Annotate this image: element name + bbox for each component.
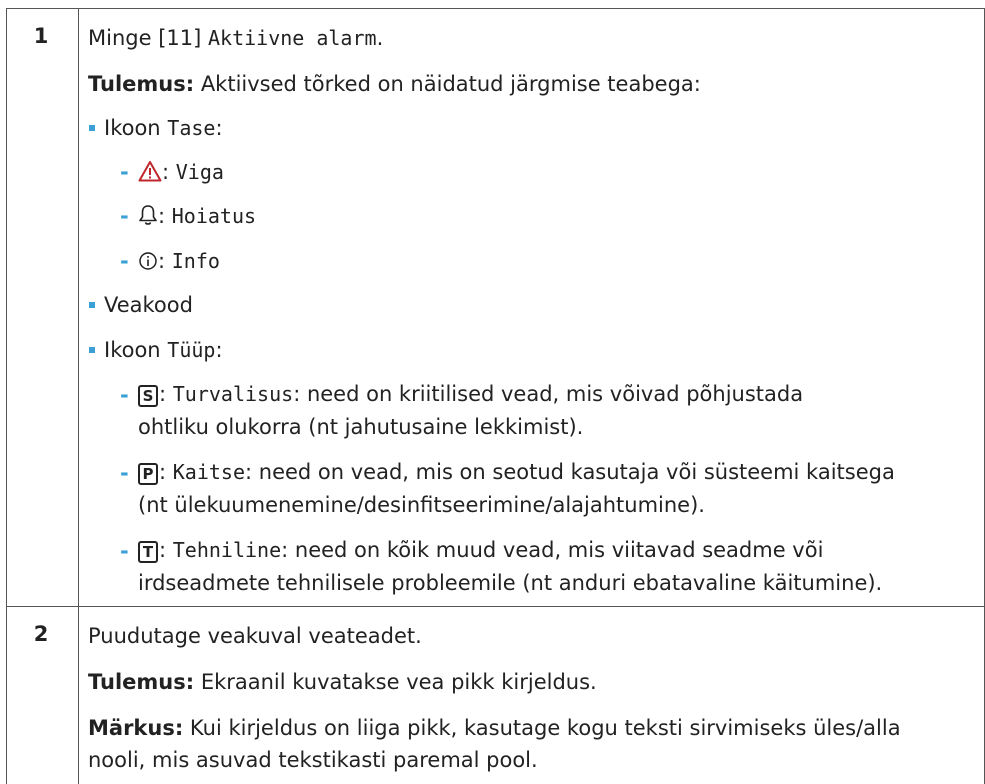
step-1-instruction: Minge [11] Aktiivne alarm. xyxy=(88,24,383,52)
level-label-warning: Hoiatus xyxy=(171,204,257,228)
separator: : xyxy=(158,249,172,273)
level-mono: Tase xyxy=(167,116,216,140)
instruction-text: Minge [11] xyxy=(88,26,208,50)
level-label-info: Info xyxy=(171,249,220,273)
colon: : xyxy=(159,382,173,406)
type-suffix: : xyxy=(215,338,223,362)
step-2-result: Tulemus: Ekraanil kuvatakse vea pikk kir… xyxy=(88,668,597,696)
bullet-icon xyxy=(89,302,95,308)
error-code-item: Veakood xyxy=(104,293,193,317)
separator: : xyxy=(158,204,172,228)
note-text-line-1: Kui kirjeldus on liiga pikk, kasutage ko… xyxy=(183,716,901,740)
step-2-instruction: Puudutage veakuval veateadet. xyxy=(88,624,422,648)
type-prefix: Ikoon xyxy=(104,338,168,362)
type-mono: Tüüp xyxy=(167,338,216,362)
level-heading: Ikoon Tase: xyxy=(104,114,223,142)
instruction-end: . xyxy=(376,26,384,50)
dash-marker: - xyxy=(120,160,129,184)
separator: : xyxy=(162,160,176,184)
type-desc-line-2: irdseadmete tehnilisele probleemile (nt … xyxy=(138,571,883,595)
step-number-2: 2 xyxy=(33,622,49,646)
type-heading: Ikoon Tüüp: xyxy=(104,336,223,364)
type-label-safety: Turvalisus xyxy=(172,382,294,406)
table-left-border xyxy=(6,8,7,784)
type-item-safety: S: Turvalisus: need on kriitilised vead,… xyxy=(138,380,803,408)
dash-marker: - xyxy=(120,539,129,563)
bell-icon xyxy=(138,204,158,233)
type-desc-line-2: (nt ülekuumenemine/desinfitseerimine/ala… xyxy=(138,493,705,517)
colon: : xyxy=(159,460,173,484)
level-suffix: : xyxy=(215,116,223,140)
bullet-icon xyxy=(89,125,95,131)
colon: : xyxy=(159,538,173,562)
note-text-line-2: nooli, mis asuvad tekstikasti paremal po… xyxy=(88,748,538,772)
step-1-result: Tulemus: Aktiivsed tõrked on näidatud jä… xyxy=(88,70,701,98)
type-item-protection: P: Kaitse: need on vead, mis on seotud k… xyxy=(138,458,895,486)
dash-marker: - xyxy=(120,461,129,485)
bullet-icon xyxy=(89,347,95,353)
result-label: Tulemus: xyxy=(88,670,195,694)
column-divider xyxy=(78,8,79,784)
technical-type-icon: T xyxy=(138,541,158,563)
level-item-error: : Viga xyxy=(138,158,224,189)
dash-marker: - xyxy=(120,204,129,228)
table-top-border xyxy=(6,8,985,9)
dash-marker: - xyxy=(120,249,129,273)
type-label-protection: Kaitse xyxy=(172,460,246,484)
type-desc-line-1: : need on vead, mis on seotud kasutaja v… xyxy=(245,460,895,484)
step-number-1: 1 xyxy=(33,24,49,48)
info-circle-icon xyxy=(138,250,158,278)
dash-marker: - xyxy=(120,383,129,407)
result-text: Ekraanil kuvatakse vea pikk kirjeldus. xyxy=(194,670,597,694)
menu-name: Aktiivne alarm xyxy=(207,26,377,50)
result-label: Tulemus: xyxy=(88,72,195,96)
warning-triangle-icon xyxy=(138,160,162,189)
steps-table: 1 Minge [11] Aktiivne alarm. Tulemus: Ak… xyxy=(0,0,985,784)
type-desc-line-2: ohtliku olukorra (nt jahutusaine lekkimi… xyxy=(138,415,584,439)
type-desc-line-1: : need on kõik muud vead, mis viitavad s… xyxy=(281,538,824,562)
result-text: Aktiivsed tõrked on näidatud järgmise te… xyxy=(194,72,701,96)
level-item-warning: : Hoiatus xyxy=(138,202,256,233)
type-item-technical: T: Tehniline: need on kõik muud vead, mi… xyxy=(138,536,823,564)
note-label: Märkus: xyxy=(88,716,184,740)
safety-type-icon: S xyxy=(138,385,158,407)
row-divider xyxy=(6,606,985,607)
step-2-note: Märkus: Kui kirjeldus on liiga pikk, kas… xyxy=(88,714,901,742)
type-desc-line-1: : need on kriitilised vead, mis võivad p… xyxy=(293,382,804,406)
level-item-info: : Info xyxy=(138,247,220,278)
level-prefix: Ikoon xyxy=(104,116,168,140)
protection-type-icon: P xyxy=(138,463,158,485)
type-label-technical: Tehniline xyxy=(172,538,282,562)
level-label-error: Viga xyxy=(175,160,224,184)
